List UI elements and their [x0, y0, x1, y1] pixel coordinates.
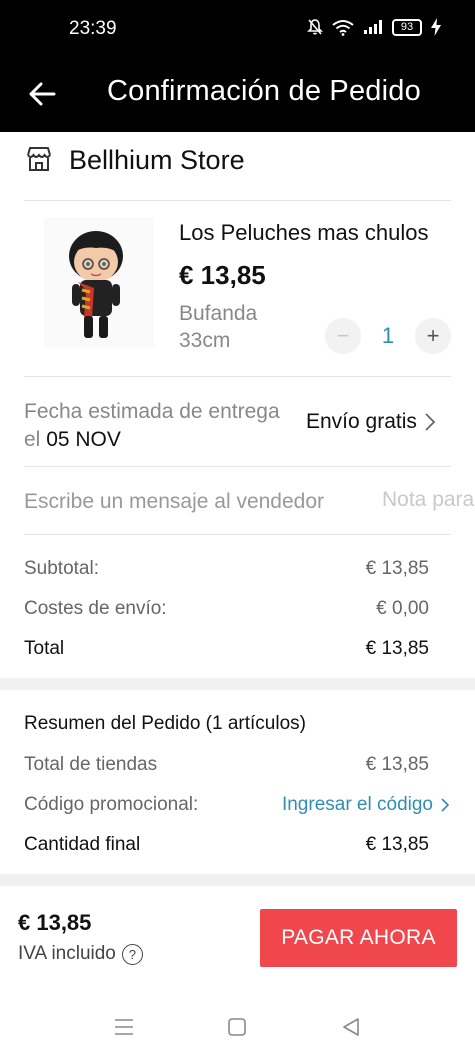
shipping-label: Envío gratis: [306, 410, 417, 433]
menu-icon: [115, 1019, 133, 1035]
shipping-cost-value: € 0,00: [376, 598, 429, 619]
back-button[interactable]: [22, 74, 62, 114]
enter-promo-code-link[interactable]: Ingresar el código: [282, 794, 449, 816]
app-header: Confirmación de Pedido: [0, 60, 475, 132]
stores-total-label: Total de tiendas: [24, 754, 158, 775]
store-name: Bellhium Store: [69, 145, 245, 175]
promo-link-label: Ingresar el código: [281, 794, 433, 815]
store-icon: [27, 147, 51, 171]
menu-nav-button[interactable]: [107, 1010, 141, 1044]
tax-info: IVA incluido ?: [18, 943, 143, 965]
pay-now-button[interactable]: PAGAR AHORA: [260, 909, 457, 967]
divider: [24, 534, 451, 535]
final-amount-row: Cantidad final € 13,85: [24, 834, 429, 856]
stores-total-row: Total de tiendas € 13,85: [24, 754, 429, 776]
total-row: Total € 13,85: [24, 638, 429, 660]
subtotal-label: Subtotal:: [24, 558, 99, 579]
subtotal-row: Subtotal: € 13,85: [24, 558, 429, 580]
product-variant: Bufanda 33cm: [179, 302, 258, 352]
promo-code-label: Código promocional:: [24, 794, 199, 815]
arrow-left-icon: [29, 82, 56, 106]
signal-icon: [364, 20, 382, 34]
final-amount-value: € 13,85: [365, 834, 429, 855]
back-triangle-icon: [343, 1018, 359, 1036]
charging-icon: [431, 18, 441, 36]
section-separator: [0, 678, 475, 690]
delivery-date: 05 NOV: [46, 428, 121, 451]
product-title[interactable]: Los Peluches mas chulos: [179, 220, 459, 246]
summary-title: Resumen del Pedido (1 artículos): [24, 713, 306, 734]
total-label: Total: [24, 638, 65, 659]
shipping-cost-row: Costes de envío: € 0,00: [24, 598, 429, 620]
status-time: 23:39: [69, 18, 117, 39]
product-image[interactable]: [44, 218, 154, 348]
mute-icon: [307, 19, 323, 35]
divider: [24, 466, 451, 467]
back-nav-button[interactable]: [334, 1010, 368, 1044]
promo-code-row: Código promocional: Ingresar el código: [24, 794, 449, 816]
help-icon[interactable]: ?: [121, 943, 143, 965]
page-title: Confirmación de Pedido: [107, 75, 421, 107]
quantity-decrease-button[interactable]: −: [325, 318, 361, 354]
section-separator: [0, 874, 475, 886]
delivery-estimate: Fecha estimada de entrega el 05 NOV: [24, 398, 284, 454]
home-square-icon: [228, 1018, 246, 1036]
shipping-cost-label: Costes de envío:: [24, 598, 167, 619]
total-value: € 13,85: [365, 638, 429, 659]
system-nav-bar: [0, 1000, 475, 1056]
quantity-value: 1: [381, 323, 395, 348]
footer-total-price: € 13,85: [18, 910, 92, 935]
seller-note[interactable]: Nota para el vendedor: [382, 488, 475, 512]
summary-header: Resumen del Pedido (1 artículos): [24, 713, 429, 735]
status-bar: 23:39 93: [0, 0, 475, 60]
product-price: € 13,85: [179, 260, 266, 290]
wifi-icon: [332, 19, 354, 36]
divider: [24, 200, 451, 201]
chevron-right-icon: [441, 798, 449, 812]
tax-label: IVA incluido: [18, 943, 116, 964]
shipping-option[interactable]: Envío gratis: [306, 410, 435, 434]
subtotal-value: € 13,85: [365, 558, 429, 579]
quantity-increase-button[interactable]: +: [415, 318, 451, 354]
chevron-right-icon: [425, 413, 435, 431]
divider: [24, 376, 451, 377]
final-amount-label: Cantidad final: [24, 834, 141, 855]
status-icons: 93: [307, 18, 441, 36]
home-nav-button[interactable]: [220, 1010, 254, 1044]
battery-icon: 93: [392, 18, 422, 36]
stores-total-value: € 13,85: [365, 754, 429, 775]
store-row[interactable]: Bellhium Store: [0, 132, 475, 200]
